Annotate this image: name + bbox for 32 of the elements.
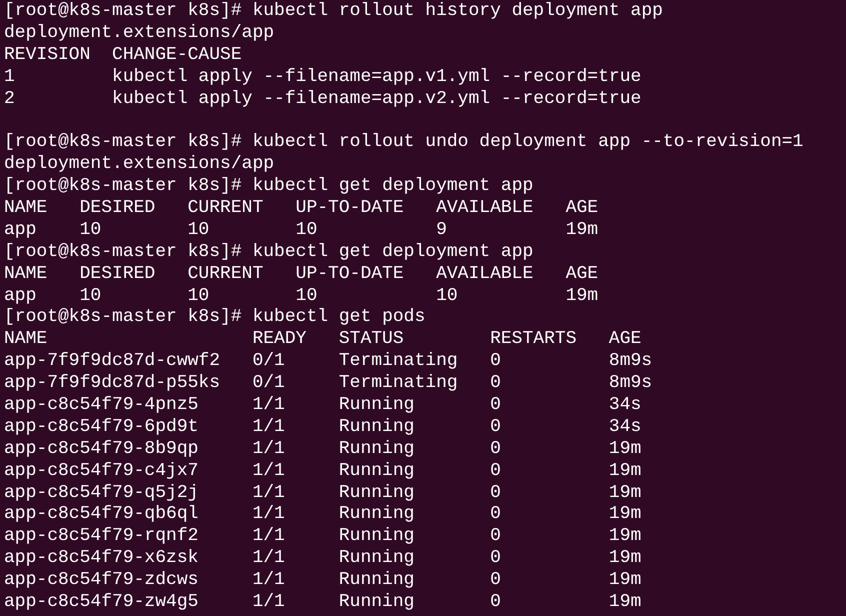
output-line: app-c8c54f79-qb6ql 1/1 Running 0 19m: [4, 504, 642, 524]
output-line: app-c8c54f79-q5j2j 1/1 Running 0 19m: [4, 482, 642, 503]
output-line: deployment.extensions/app: [4, 154, 274, 174]
output-line: app-c8c54f79-4pnz5 1/1 Running 0 34s: [4, 395, 642, 416]
command-text: kubectl get deployment app: [252, 176, 534, 196]
output-line: app-c8c54f79-rqnf2 1/1 Running 0 19m: [4, 526, 642, 546]
command-text: kubectl get pods: [252, 307, 426, 328]
output-line: 1 kubectl apply --filename=app.v1.yml --record=true: [4, 66, 642, 87]
output-line: app-c8c54f79-c4jx7 1/1 Running 0 19m: [4, 460, 642, 481]
output-line: REVISION CHANGE-CAUSE: [4, 44, 242, 65]
shell-prompt: [root@k8s-master k8s]#: [4, 242, 242, 262]
output-line: app-c8c54f79-zdcws 1/1 Running 0 19m: [4, 570, 642, 590]
output-line: app-c8c54f79-6pd9t 1/1 Running 0 34s: [4, 416, 642, 437]
shell-prompt: [root@k8s-master k8s]#: [4, 176, 242, 196]
output-line: app-c8c54f79-zw4g5 1/1 Running 0 19m: [4, 592, 642, 612]
shell-prompt: [root@k8s-master k8s]#: [4, 307, 242, 328]
command-text: kubectl rollout undo deployment app --to-revision=1: [252, 132, 804, 152]
shell-prompt: [root@k8s-master k8s]#: [4, 132, 242, 152]
output-line: NAME READY STATUS RESTARTS AGE: [4, 329, 642, 350]
shell-prompt: [root@k8s-master k8s]#: [4, 1, 242, 21]
output-line: NAME DESIRED CURRENT UP-TO-DATE AVAILABLE AGE: [4, 198, 598, 218]
output-line: 2 kubectl apply --filename=app.v2.yml --record=true: [4, 88, 642, 109]
command-text: kubectl rollout history deployment app: [252, 1, 663, 21]
output-line: deployment.extensions/app: [4, 22, 274, 43]
output-line: app-7f9f9dc87d-p55ks 0/1 Terminating 0 8m9s: [4, 373, 652, 394]
output-line: app-c8c54f79-8b9qp 1/1 Running 0 19m: [4, 438, 642, 459]
output-line: app 10 10 10 10 19m: [4, 286, 598, 306]
output-line: app 10 10 10 9 19m: [4, 220, 598, 240]
output-line: app-c8c54f79-x6zsk 1/1 Running 0 19m: [4, 548, 642, 568]
output-line: NAME DESIRED CURRENT UP-TO-DATE AVAILABLE AGE: [4, 264, 598, 284]
command-text: kubectl get deployment app: [252, 242, 534, 262]
output-line: app-7f9f9dc87d-cwwf2 0/1 Terminating 0 8m9s: [4, 351, 652, 372]
